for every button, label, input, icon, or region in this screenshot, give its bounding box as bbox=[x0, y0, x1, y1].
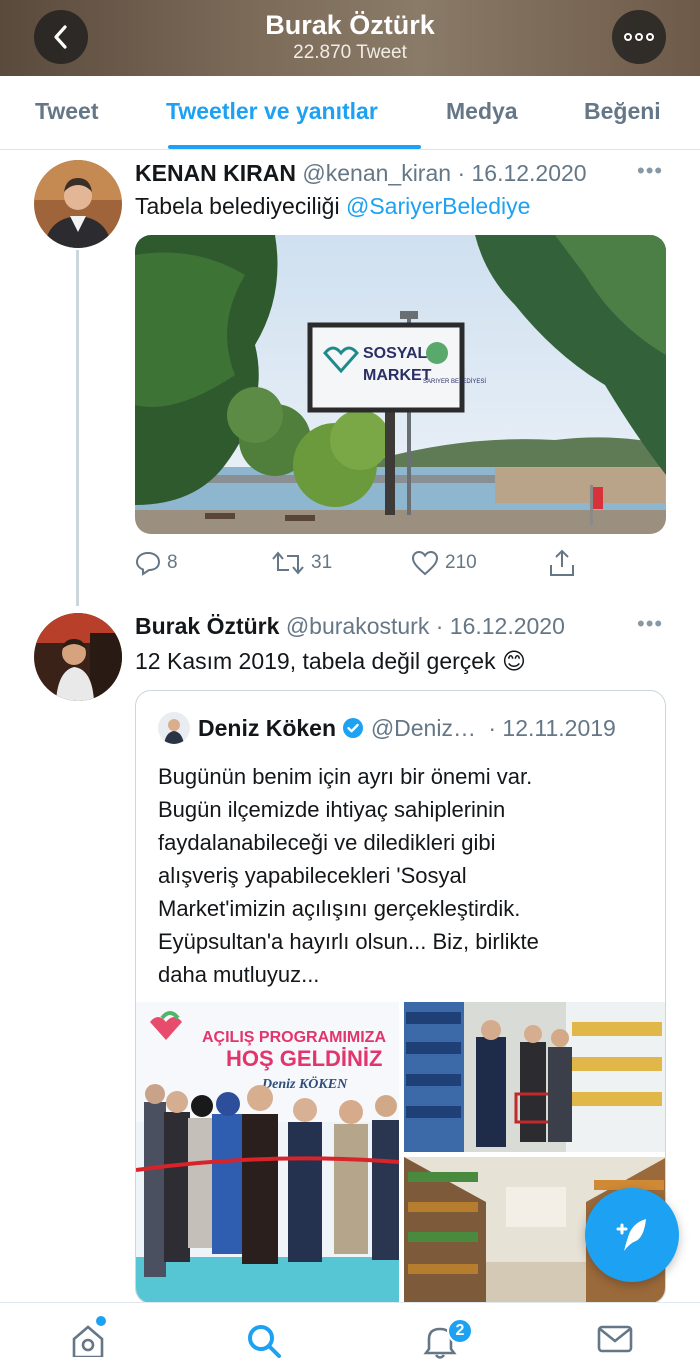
reply-count: 8 bbox=[167, 552, 178, 573]
home-unread-dot bbox=[96, 1316, 106, 1326]
like-count: 210 bbox=[445, 552, 477, 573]
active-tab-indicator bbox=[168, 145, 421, 149]
author-handle-date: @kenan_kiran · 16.12.2020 bbox=[302, 160, 587, 186]
quoted-tweet[interactable]: Deniz Köken @Deniz… · 12.11.2019 Bugünün… bbox=[135, 690, 666, 1304]
tweet-photo[interactable]: SOSYAL MARKET SARIYER BELEDİYESİ bbox=[135, 235, 666, 534]
home-icon[interactable] bbox=[70, 1323, 106, 1359]
search-icon[interactable] bbox=[246, 1323, 282, 1359]
tweet-header: KENAN KIRAN @kenan_kiran · 16.12.2020 bbox=[135, 160, 587, 187]
mention-link[interactable]: @SariyerBelediye bbox=[346, 193, 530, 219]
compose-feather-icon bbox=[616, 1219, 646, 1251]
thread-line bbox=[76, 250, 79, 606]
tweet-count: 22.870 Tweet bbox=[293, 42, 407, 63]
banner-text-line1: AÇILIŞ PROGRAMIMIZA bbox=[202, 1029, 386, 1046]
retweet-icon bbox=[272, 551, 304, 575]
avatar[interactable] bbox=[34, 613, 122, 701]
heart-icon bbox=[411, 550, 439, 576]
reply-icon bbox=[135, 551, 161, 576]
quoted-tweet-date: · 12.11.2019 bbox=[488, 715, 616, 741]
quoted-tweet-header: Deniz Köken @Deniz… · 12.11.2019 bbox=[198, 715, 616, 742]
retweet-count: 31 bbox=[311, 552, 333, 573]
quoted-author-handle: @Deniz… bbox=[370, 715, 476, 741]
tweet-menu-icon[interactable]: ••• bbox=[637, 158, 663, 184]
avatar[interactable] bbox=[34, 160, 122, 248]
share-button[interactable] bbox=[548, 548, 576, 578]
messages-icon[interactable] bbox=[597, 1323, 633, 1358]
profile-tabs: Tweet Tweetler ve yanıtlar Medya Beğeni bbox=[0, 76, 700, 150]
profile-header: Burak Öztürk 22.870 Tweet bbox=[0, 0, 700, 76]
author-name[interactable]: Burak Öztürk bbox=[135, 613, 279, 639]
like-button[interactable]: 210 bbox=[411, 550, 477, 576]
more-button[interactable] bbox=[612, 10, 666, 64]
tweet-text: Tabela belediyeciliği @SariyerBelediye bbox=[135, 193, 531, 219]
sign-text-line2: MARKET bbox=[363, 367, 432, 384]
retweet-button[interactable]: 31 bbox=[271, 550, 332, 576]
tweet-menu-icon[interactable]: ••• bbox=[637, 611, 663, 637]
tab-tweet[interactable]: Tweet bbox=[35, 98, 98, 125]
banner-text-line3: Deniz KÖKEN bbox=[261, 1075, 348, 1092]
tab-tweets-and-replies[interactable]: Tweetler ve yanıtlar bbox=[166, 98, 378, 125]
banner-text-line2: HOŞ GELDİNİZ bbox=[226, 1046, 382, 1071]
author-handle-date: @burakosturk · 16.12.2020 bbox=[285, 613, 565, 639]
quoted-tweet-photos: AÇILIŞ PROGRAMIMIZA HOŞ GELDİNİZ Deniz K… bbox=[136, 1002, 666, 1304]
author-name[interactable]: KENAN KIRAN bbox=[135, 160, 296, 186]
reply-button[interactable]: 8 bbox=[135, 550, 178, 576]
notification-badge: 2 bbox=[447, 1318, 473, 1344]
quoted-tweet-text: Bugünün benim için ayrı bir önemi var. B… bbox=[158, 764, 539, 987]
tab-likes[interactable]: Beğeni bbox=[584, 98, 661, 125]
tweet-text: 12 Kasım 2019, tabela değil gerçek 😊 bbox=[135, 648, 526, 674]
ribbon-cutting-photo[interactable]: AÇILIŞ PROGRAMIMIZA HOŞ GELDİNİZ Deniz K… bbox=[136, 1002, 400, 1304]
verified-badge-icon bbox=[343, 718, 364, 738]
tweet-header: Burak Öztürk @burakosturk · 16.12.2020 bbox=[135, 613, 565, 640]
share-icon bbox=[550, 549, 574, 576]
avatar bbox=[158, 712, 190, 744]
sign-text-line1: SOSYAL bbox=[363, 345, 428, 362]
tweet-actions: 8 31 210 bbox=[135, 548, 666, 580]
profile-name: Burak Öztürk bbox=[265, 10, 435, 40]
bottom-navigation bbox=[0, 1302, 700, 1359]
market-visit-photo[interactable] bbox=[404, 1002, 666, 1152]
sign-brand-text: SARIYER BELEDİYESİ bbox=[423, 378, 486, 385]
compose-tweet-button[interactable] bbox=[585, 1188, 679, 1282]
more-dots-icon bbox=[624, 33, 654, 41]
quoted-author-name: Deniz Köken bbox=[198, 715, 337, 741]
tab-media[interactable]: Medya bbox=[446, 98, 518, 125]
